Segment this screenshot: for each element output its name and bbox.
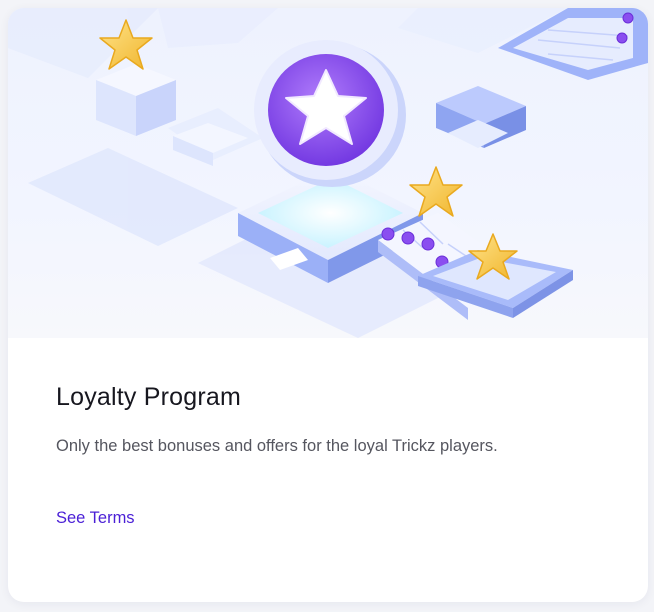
star-icon (409, 166, 463, 217)
card-title: Loyalty Program (56, 383, 242, 411)
loyalty-card: Loyalty Program Only the best bonuses an… (8, 8, 648, 602)
card-description: Only the best bonuses and offers for the… (56, 437, 498, 455)
see-terms-link[interactable]: See Terms (56, 509, 135, 528)
star-coin-icon (254, 40, 406, 187)
loyalty-illustration (8, 8, 648, 338)
